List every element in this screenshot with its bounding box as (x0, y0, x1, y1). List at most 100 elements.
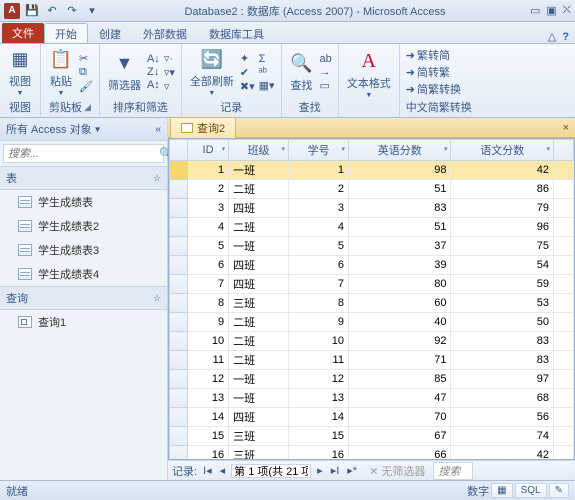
column-header[interactable]: 学号▾ (289, 140, 349, 161)
row-selector[interactable] (170, 313, 188, 332)
paste-button[interactable]: 📋粘贴▼ (47, 48, 75, 97)
table-row[interactable]: 11二班117183 (170, 351, 574, 370)
table-row[interactable]: 1一班19842 (170, 161, 574, 180)
table-row[interactable]: 10二班109283 (170, 332, 574, 351)
search-input[interactable] (4, 145, 155, 162)
maximize-icon[interactable]: ▣ (546, 4, 556, 17)
chinese-convert-button[interactable]: ➜ 简繁转换 (406, 81, 461, 97)
recnav-search[interactable]: 搜索 (433, 462, 473, 480)
tab-external[interactable]: 外部数据 (132, 23, 198, 43)
row-selector[interactable] (170, 161, 188, 180)
table-row[interactable]: 15三班156774 (170, 427, 574, 446)
table-row[interactable]: 5一班53775 (170, 237, 574, 256)
doc-tab-query2[interactable]: 查询2 (170, 117, 236, 138)
select-all-corner[interactable] (170, 140, 188, 161)
next-record-icon[interactable]: ▸ (315, 464, 325, 477)
totals-icon[interactable]: Σ (259, 53, 275, 65)
new-record-icon[interactable]: ✦ (240, 52, 255, 65)
tab-home[interactable]: 开始 (44, 23, 88, 43)
nav-table-item[interactable]: 学生成绩表 (0, 190, 167, 214)
sort-desc-icon[interactable]: Z↓ (147, 66, 160, 78)
trad-to-simp-button[interactable]: ➜ 繁转简 (406, 47, 461, 63)
table-row[interactable]: 8三班86053 (170, 294, 574, 313)
minimize-ribbon-icon[interactable]: △ (548, 30, 556, 43)
view-datasheet-icon[interactable]: ▦ (491, 483, 512, 498)
advanced-filter-icon[interactable]: ▿▾ (164, 66, 175, 79)
row-selector[interactable] (170, 199, 188, 218)
close-icon[interactable]: ⛌ (563, 4, 571, 17)
prev-record-icon[interactable]: ◂ (218, 464, 228, 477)
column-header[interactable]: 英语分数▾ (348, 140, 450, 161)
row-selector[interactable] (170, 180, 188, 199)
column-header[interactable] (554, 140, 574, 161)
row-selector[interactable] (170, 332, 188, 351)
format-painter-icon[interactable]: 🖌 (79, 80, 93, 93)
more-records-icon[interactable]: ▦▾ (259, 79, 275, 92)
copy-icon[interactable]: ⧉ (79, 66, 93, 79)
row-selector[interactable] (170, 294, 188, 313)
table-row[interactable]: 2二班25186 (170, 180, 574, 199)
clear-sort-icon[interactable]: A↕ (147, 79, 160, 91)
column-header[interactable]: ID▾ (188, 140, 229, 161)
column-header[interactable]: 班级▾ (229, 140, 289, 161)
spelling-icon[interactable]: ᵃᵇ (259, 66, 275, 78)
table-row[interactable]: 7四班78059 (170, 275, 574, 294)
table-row[interactable]: 6四班63954 (170, 256, 574, 275)
view-sql-icon[interactable]: SQL (515, 483, 547, 498)
toggle-filter-icon[interactable]: ▿ (164, 80, 175, 93)
table-row[interactable]: 4二班45196 (170, 218, 574, 237)
column-header[interactable]: 语文分数▾ (451, 140, 554, 161)
table-row[interactable]: 13一班134768 (170, 389, 574, 408)
tab-tools[interactable]: 数据库工具 (198, 23, 275, 43)
row-selector[interactable] (170, 389, 188, 408)
row-selector[interactable] (170, 275, 188, 294)
dialog-launcher-icon[interactable]: ◢ (84, 102, 91, 113)
row-selector[interactable] (170, 237, 188, 256)
nav-table-item[interactable]: 学生成绩表4 (0, 262, 167, 286)
row-selector[interactable] (170, 218, 188, 237)
view-button[interactable]: ▦视图▼ (6, 48, 34, 97)
new-record-nav-icon[interactable]: ▸* (345, 464, 359, 477)
nav-table-item[interactable]: 学生成绩表2 (0, 214, 167, 238)
close-doc-icon[interactable]: × (557, 122, 575, 134)
nav-header[interactable]: 所有 Access 对象▼ « (0, 118, 167, 141)
row-selector[interactable] (170, 427, 188, 446)
table-row[interactable]: 14四班147056 (170, 408, 574, 427)
row-selector[interactable] (170, 370, 188, 389)
goto-icon[interactable]: → (320, 66, 332, 78)
row-selector[interactable] (170, 256, 188, 275)
redo-icon[interactable]: ↷ (64, 3, 80, 19)
tab-create[interactable]: 创建 (88, 23, 132, 43)
row-selector[interactable] (170, 446, 188, 461)
minimize-icon[interactable]: ▭ (530, 4, 540, 17)
row-selector[interactable] (170, 408, 188, 427)
nav-group-queries[interactable]: 查询☆ (0, 286, 167, 310)
save-record-icon[interactable]: ✔ (240, 66, 255, 79)
table-row[interactable]: 16三班166642 (170, 446, 574, 461)
sort-asc-icon[interactable]: A↓ (147, 53, 160, 65)
filter-button[interactable]: ▼筛选器 (106, 52, 143, 93)
delete-record-icon[interactable]: ✖▾ (240, 80, 255, 93)
undo-icon[interactable]: ↶ (44, 3, 60, 19)
nav-table-item[interactable]: 学生成绩表3 (0, 238, 167, 262)
table-row[interactable]: 3四班38379 (170, 199, 574, 218)
replace-icon[interactable]: ab (320, 53, 332, 65)
nav-group-tables[interactable]: 表☆ (0, 166, 167, 190)
datasheet-grid[interactable]: ID▾班级▾学号▾英语分数▾语文分数▾1一班198422二班251863四班38… (168, 138, 575, 460)
textformat-button[interactable]: A文本格式▼ (345, 50, 393, 99)
help-icon[interactable]: ? (562, 31, 569, 43)
tab-file[interactable]: 文件 (2, 23, 44, 43)
table-row[interactable]: 12一班128597 (170, 370, 574, 389)
record-position-input[interactable] (231, 464, 311, 478)
select-icon[interactable]: ▭ (320, 79, 332, 92)
selection-filter-icon[interactable]: ▿· (164, 52, 175, 65)
view-design-icon[interactable]: ✎ (549, 483, 569, 498)
qat-more-icon[interactable]: ▾ (84, 3, 100, 19)
first-record-icon[interactable]: I◂ (201, 464, 214, 477)
refresh-button[interactable]: 🔄全部刷新▼ (188, 48, 236, 97)
save-icon[interactable]: 💾 (24, 3, 40, 19)
nav-query-item[interactable]: 查询1 (0, 310, 167, 334)
table-row[interactable]: 9二班94050 (170, 313, 574, 332)
collapse-nav-icon[interactable]: « (155, 124, 161, 135)
last-record-icon[interactable]: ▸I (329, 464, 342, 477)
